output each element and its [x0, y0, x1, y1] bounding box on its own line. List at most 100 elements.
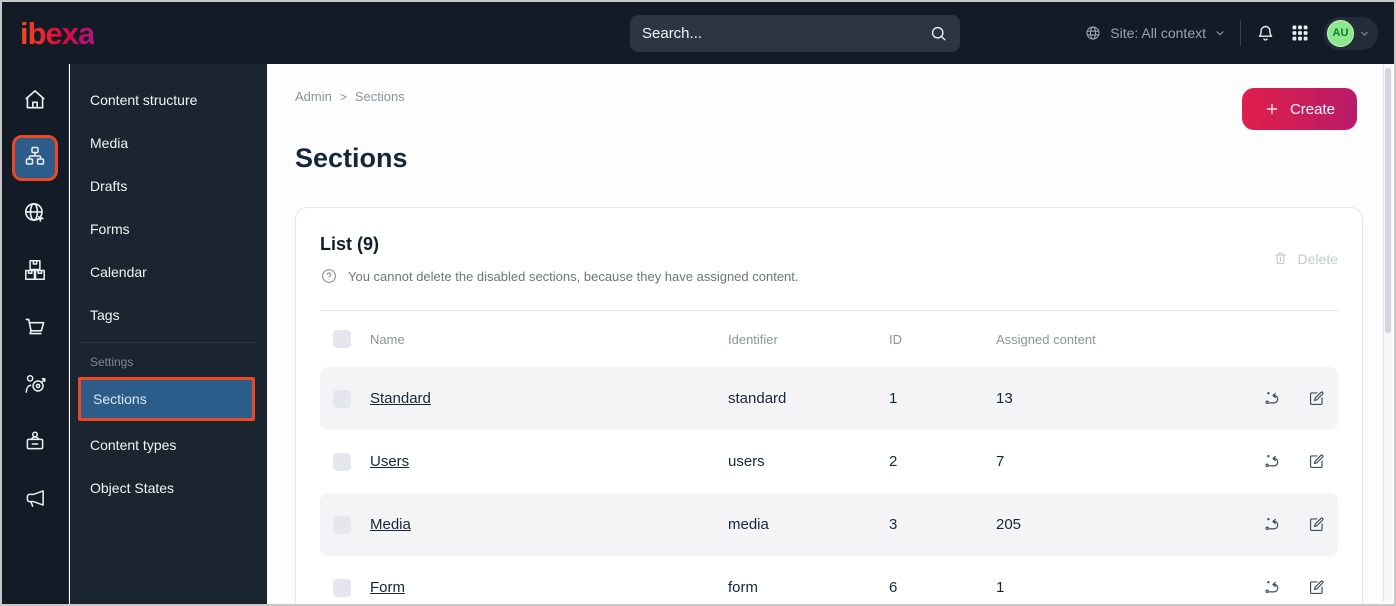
rail-item-personalization[interactable] — [12, 363, 58, 409]
icon-rail — [2, 64, 69, 604]
global-search[interactable] — [630, 15, 960, 52]
table-row: Form form 6 1 — [320, 556, 1338, 604]
plus-icon — [1264, 101, 1280, 117]
avatar[interactable]: AU — [1327, 19, 1354, 47]
sidebar-item-label: Tags — [90, 306, 120, 323]
assign-content-icon[interactable] — [1263, 452, 1282, 471]
scrollbar-thumb[interactable] — [1385, 68, 1391, 333]
rail-item-products[interactable] — [12, 249, 58, 295]
sidebar-item-tags[interactable]: Tags — [70, 293, 267, 336]
section-identifier: media — [728, 516, 769, 533]
sidebar-item-label: Drafts — [90, 177, 128, 194]
sidebar-item-label: Content types — [90, 436, 177, 453]
sitemap-icon — [23, 144, 47, 173]
search-icon[interactable] — [929, 24, 948, 43]
rail-item-marketing[interactable] — [12, 477, 58, 523]
delete-button-label: Delete — [1297, 250, 1338, 267]
sidebar-item-label: Object States — [90, 479, 175, 496]
create-button[interactable]: Create — [1241, 88, 1357, 130]
chevron-down-icon — [1214, 27, 1226, 39]
search-input[interactable] — [642, 25, 929, 42]
rail-item-site[interactable] — [12, 192, 58, 238]
home-icon — [22, 86, 48, 117]
delete-button[interactable]: Delete — [1272, 250, 1338, 267]
section-assigned-content: 205 — [996, 516, 1022, 533]
rail-item-corporate[interactable] — [12, 420, 58, 466]
topbar-right: Site: All context AU — [1084, 2, 1378, 64]
app-grid-icon[interactable] — [1290, 23, 1310, 43]
page-title: Sections — [295, 143, 408, 173]
row-checkbox[interactable] — [333, 389, 351, 408]
user-menu[interactable]: AU — [1324, 16, 1378, 50]
sidebar-item-sections[interactable]: Sections — [78, 377, 255, 421]
assign-content-icon[interactable] — [1263, 389, 1282, 408]
ibexa-logo[interactable]: ibexa — [20, 18, 95, 49]
sidebar-item-calendar[interactable]: Calendar — [70, 250, 267, 293]
sidebar: Content structure Media Drafts Forms Cal… — [70, 64, 267, 604]
breadcrumb-sections: Sections — [354, 89, 405, 104]
table-row: Users users 2 7 — [320, 430, 1338, 493]
edit-icon[interactable] — [1307, 389, 1326, 408]
help-circle-icon — [320, 267, 338, 285]
topbar: ibexa Site: All context — [2, 2, 1394, 64]
section-name-link[interactable]: Form — [370, 579, 728, 596]
sections-list-card: List (9) You cannot delete the disabled … — [295, 207, 1363, 604]
section-assigned-content: 1 — [996, 579, 1005, 596]
column-header-assigned-content: Assigned content — [996, 331, 1096, 347]
table-row: Standard standard 1 13 — [320, 367, 1338, 430]
trash-icon — [1272, 250, 1289, 267]
sidebar-item-content-structure[interactable]: Content structure — [70, 78, 267, 121]
sidebar-item-object-states[interactable]: Object States — [70, 466, 267, 509]
section-identifier: users — [728, 453, 765, 470]
breadcrumb-separator: > — [339, 89, 347, 104]
column-header-identifier: Identifier — [728, 331, 778, 347]
assign-content-icon[interactable] — [1263, 515, 1282, 534]
site-context-label: Site: All context — [1110, 25, 1206, 41]
sidebar-item-drafts[interactable]: Drafts — [70, 164, 267, 207]
edit-icon[interactable] — [1307, 515, 1326, 534]
assign-content-icon[interactable] — [1263, 578, 1282, 597]
section-assigned-content: 13 — [996, 390, 1013, 407]
section-name-link[interactable]: Media — [370, 516, 728, 533]
sidebar-item-label: Calendar — [90, 263, 147, 280]
sidebar-item-label: Sections — [93, 391, 147, 407]
rail-item-content[interactable] — [12, 135, 58, 181]
edit-icon[interactable] — [1307, 452, 1326, 471]
table-row: Media media 3 205 — [320, 493, 1338, 556]
section-id: 6 — [889, 579, 898, 596]
main-content: Admin > Sections Create Sections List (9… — [267, 64, 1383, 604]
section-id: 1 — [889, 390, 898, 407]
sidebar-settings-label: Settings — [90, 355, 134, 369]
sidebar-item-content-types[interactable]: Content types — [70, 423, 267, 466]
row-checkbox[interactable] — [333, 452, 351, 471]
section-assigned-content: 7 — [996, 453, 1005, 470]
create-button-label: Create — [1289, 100, 1335, 118]
breadcrumb-admin[interactable]: Admin — [295, 89, 332, 104]
topbar-divider — [1240, 20, 1241, 46]
globe-icon — [1084, 24, 1102, 42]
corporate-badge-icon — [22, 428, 48, 459]
site-context-dropdown[interactable]: Site: All context — [1084, 24, 1226, 42]
column-header-name: Name — [370, 331, 405, 347]
list-title: List (9) — [320, 234, 380, 254]
products-icon — [22, 257, 48, 288]
vertical-scrollbar[interactable] — [1383, 64, 1392, 602]
sidebar-item-label: Media — [90, 134, 129, 151]
rail-item-dashboard[interactable] — [12, 78, 58, 124]
globe-cursor-icon — [22, 200, 48, 231]
select-all-checkbox[interactable] — [333, 330, 351, 348]
row-checkbox[interactable] — [333, 515, 351, 534]
chevron-down-icon — [1359, 28, 1370, 39]
list-info-text: You cannot delete the disabled sections,… — [348, 268, 799, 284]
list-info: You cannot delete the disabled sections,… — [320, 267, 1338, 285]
sidebar-item-media[interactable]: Media — [70, 121, 267, 164]
sidebar-item-forms[interactable]: Forms — [70, 207, 267, 250]
notifications-bell-icon[interactable] — [1255, 23, 1276, 44]
edit-icon[interactable] — [1307, 578, 1326, 597]
section-name-link[interactable]: Standard — [370, 390, 728, 407]
sidebar-item-label: Forms — [90, 220, 130, 237]
rail-item-commerce[interactable] — [12, 306, 58, 352]
section-name-link[interactable]: Users — [370, 453, 728, 470]
megaphone-icon — [22, 485, 48, 516]
row-checkbox[interactable] — [333, 578, 351, 597]
